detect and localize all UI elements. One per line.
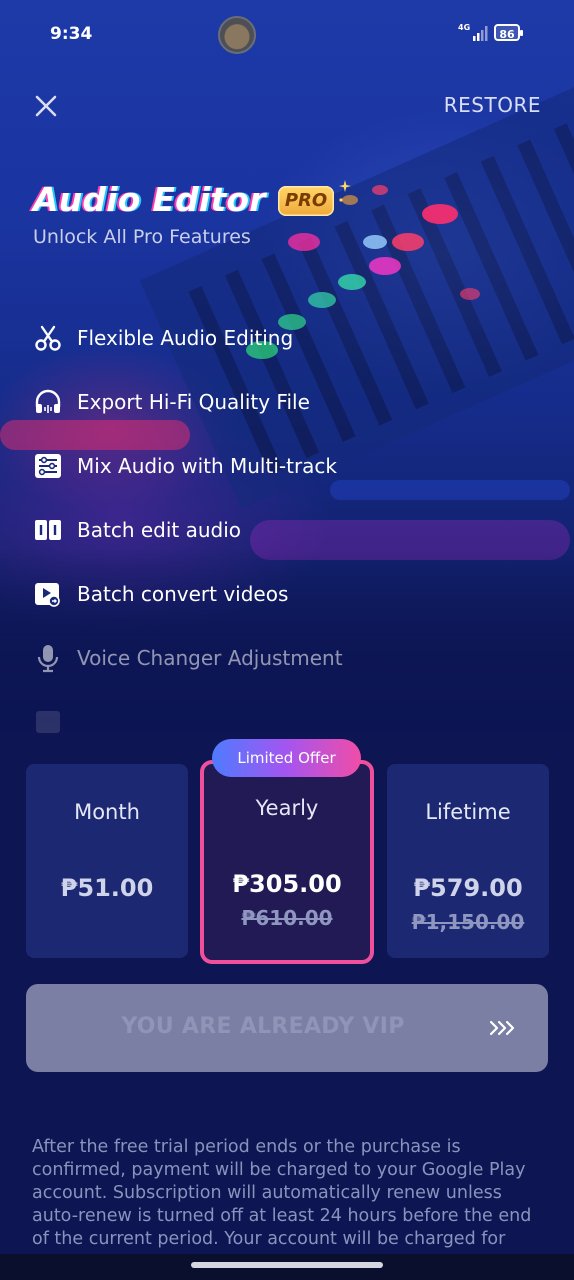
batch-edit-icon — [35, 520, 61, 540]
feature-label: Mix Audio with Multi-track — [77, 454, 337, 478]
feature-label: Flexible Audio Editing — [77, 326, 294, 350]
sparkle-icon — [339, 180, 351, 202]
plan-name: Lifetime — [425, 800, 511, 824]
plan-name: Yearly — [255, 796, 319, 820]
feature-item: Batch convert videos — [33, 562, 553, 626]
plan-price: ₱305.00 — [232, 870, 342, 898]
feature-label: Voice Changer Adjustment — [77, 646, 343, 670]
video-convert-icon — [35, 583, 60, 607]
close-icon[interactable] — [30, 90, 62, 122]
feature-label: Batch edit audio — [77, 518, 242, 542]
hero-subtitle: Unlock All Pro Features — [33, 226, 251, 248]
microphone-icon — [37, 645, 59, 673]
subscription-disclaimer: After the free trial period ends or the … — [32, 1137, 532, 1249]
plan-price: ₱579.00 — [413, 874, 523, 902]
plan-original-price: ₱1,150.00 — [411, 910, 525, 934]
feature-item: Export Hi-Fi Quality File — [33, 370, 553, 434]
feature-label: Export Hi-Fi Quality File — [77, 390, 310, 414]
headphones-icon — [35, 389, 61, 413]
home-gesture-handle[interactable] — [191, 1262, 383, 1268]
feature-item: Flexible Audio Editing — [33, 306, 553, 370]
notification-avatar — [218, 16, 256, 54]
feature-item: Batch edit audio — [33, 498, 553, 562]
feature-item: Mix Audio with Multi-track — [33, 434, 553, 498]
app-title: Audio Editor — [33, 180, 266, 219]
plan-price: ₱51.00 — [60, 874, 154, 902]
network-type-label: 4G — [458, 23, 471, 32]
feature-icon — [36, 711, 60, 733]
limited-offer-badge: Limited Offer — [212, 739, 361, 777]
status-time: 9:34 — [50, 24, 93, 44]
pro-badge: PRO — [278, 186, 334, 216]
restore-button[interactable]: RESTORE — [444, 93, 541, 117]
scissors-icon — [35, 325, 61, 351]
plan-card-lifetime[interactable]: Lifetime ₱579.00 ₱1,150.00 — [387, 764, 549, 958]
double-chevron-right-icon — [489, 1020, 515, 1036]
sliders-icon — [35, 454, 61, 478]
plan-card-month[interactable]: Month ₱51.00 — [26, 764, 188, 958]
feature-item: Voice Changer Adjustment — [33, 626, 553, 690]
battery-icon: 86 — [494, 24, 523, 41]
plan-card-yearly[interactable]: Yearly ₱305.00 ₱610.00 — [200, 760, 374, 964]
feature-list: Flexible Audio Editing Export Hi-Fi Qual… — [33, 306, 553, 754]
vip-status-button[interactable]: YOU ARE ALREADY VIP — [26, 984, 548, 1072]
vip-status-label: YOU ARE ALREADY VIP — [121, 1014, 405, 1039]
status-bar: 9:34 4G 86 — [0, 0, 574, 68]
plan-original-price: ₱610.00 — [241, 906, 333, 930]
title-row: Audio Editor PRO — [33, 180, 351, 228]
plan-name: Month — [74, 800, 140, 824]
signal-icon — [473, 26, 488, 41]
feature-label: Batch convert videos — [77, 582, 289, 606]
system-navigation-bar — [0, 1254, 574, 1280]
